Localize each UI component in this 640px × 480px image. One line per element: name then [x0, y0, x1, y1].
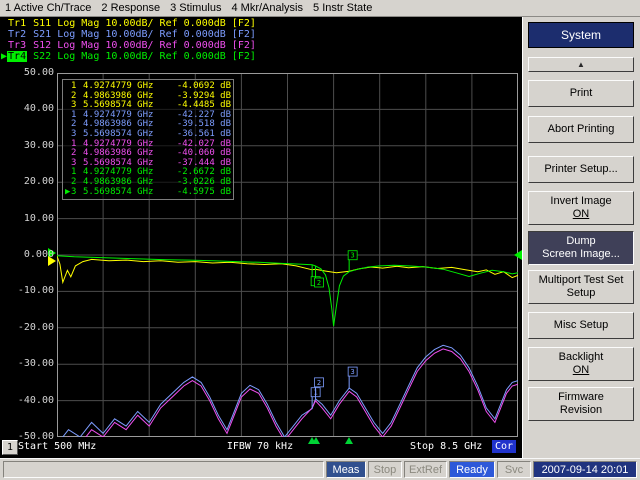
- y-axis-label: 40.00: [16, 103, 54, 115]
- status-svc: Svc: [497, 461, 531, 478]
- dump-screen-image-label-1: Dump: [566, 235, 595, 248]
- status-bar: Meas Stop ExtRef Ready Svc 2007-09-14 20…: [0, 458, 640, 480]
- stop-frequency-label: Stop 8.5 GHz: [410, 440, 482, 454]
- firmware-revision-label-2: Revision: [560, 404, 602, 417]
- y-axis-label: 50.00: [16, 67, 54, 79]
- menu-instr-state[interactable]: 5 Instr State: [313, 2, 372, 14]
- status-ready: Ready: [449, 461, 495, 478]
- trace-definition: ▶Tr4 S22 Log Mag 10.00dB/ Ref 0.000dB [F…: [1, 51, 256, 62]
- trace-definition: Tr2 S21 Log Mag 10.00dB/ Ref 0.000dB [F2…: [1, 29, 256, 40]
- trace-definitions: Tr1 S11 Log Mag 10.00dB/ Ref 0.000dB [F2…: [1, 18, 256, 62]
- y-axis-label: -30.00: [16, 358, 54, 370]
- dump-screen-image-label-2: Screen Image...: [542, 248, 620, 261]
- correction-badge: Cor: [492, 440, 516, 453]
- trace-definition: Tr3 S12 Log Mag 10.00dB/ Ref 0.000dB [F2…: [1, 40, 256, 51]
- status-datetime: 2007-09-14 20:01: [533, 461, 637, 478]
- misc-setup-button[interactable]: Misc Setup: [528, 312, 634, 339]
- print-button-label: Print: [570, 87, 593, 100]
- marker-axis-indicator: [312, 437, 320, 444]
- backlight-state: ON: [573, 364, 590, 377]
- status-meas: Meas: [326, 461, 366, 478]
- status-blank-segment: [3, 461, 324, 478]
- multiport-test-set-label-2: Setup: [567, 287, 596, 300]
- y-axis-label: 30.00: [16, 140, 54, 152]
- invert-image-state: ON: [573, 208, 590, 221]
- scroll-up-button[interactable]: ▲: [528, 57, 634, 72]
- menu-mkr-analysis[interactable]: 4 Mkr/Analysis: [231, 2, 303, 14]
- marker-axis-indicator: [345, 437, 353, 444]
- ref-level-marker-green-right: [514, 250, 522, 260]
- svg-text:2: 2: [317, 279, 321, 287]
- backlight-button-label: Backlight: [559, 351, 604, 364]
- y-axis-label: 10.00: [16, 213, 54, 225]
- misc-setup-button-label: Misc Setup: [554, 319, 608, 332]
- svg-text:3: 3: [351, 368, 355, 376]
- status-stop: Stop: [368, 461, 402, 478]
- softkey-menu: System ▲ Print Abort Printing Printer Se…: [522, 17, 640, 458]
- firmware-revision-button[interactable]: Firmware Revision: [528, 387, 634, 421]
- stimulus-footer: 1 Start 500 MHz IFBW 70 kHz Stop 8.5 GHz…: [0, 440, 522, 456]
- up-arrow-icon: ▲: [577, 58, 585, 71]
- print-button[interactable]: Print: [528, 80, 634, 107]
- trace-definition: Tr1 S11 Log Mag 10.00dB/ Ref 0.000dB [F2…: [1, 18, 256, 29]
- y-axis-label: 0.000: [16, 249, 54, 261]
- dump-screen-image-button[interactable]: Dump Screen Image...: [528, 231, 634, 265]
- menu-bar: 1 Active Ch/Trace 2 Response 3 Stimulus …: [0, 0, 640, 17]
- invert-image-button[interactable]: Invert Image ON: [528, 191, 634, 225]
- menu-stimulus[interactable]: 3 Stimulus: [170, 2, 221, 14]
- marker-table: 14.9274779 GHz-4.0692 dB 24.9863986 GHz-…: [62, 79, 234, 200]
- menu-response[interactable]: 2 Response: [101, 2, 160, 14]
- y-axis-label: 20.00: [16, 176, 54, 188]
- y-axis-label: -20.00: [16, 322, 54, 334]
- y-axis-label: -40.00: [16, 395, 54, 407]
- printer-setup-button-label: Printer Setup...: [544, 163, 617, 176]
- svg-text:3: 3: [351, 252, 355, 260]
- firmware-revision-label-1: Firmware: [558, 391, 604, 404]
- printer-setup-button[interactable]: Printer Setup...: [528, 156, 634, 183]
- abort-printing-button[interactable]: Abort Printing: [528, 116, 634, 143]
- lcd-display: Tr1 S11 Log Mag 10.00dB/ Ref 0.000dB [F2…: [0, 17, 522, 458]
- multiport-test-set-button[interactable]: Multiport Test Set Setup: [528, 270, 634, 304]
- menu-active-ch-trace[interactable]: 1 Active Ch/Trace: [5, 2, 91, 14]
- y-axis-label: -50.00: [16, 431, 54, 443]
- abort-printing-button-label: Abort Printing: [548, 123, 615, 136]
- status-extref: ExtRef: [404, 461, 447, 478]
- backlight-button[interactable]: Backlight ON: [528, 347, 634, 381]
- multiport-test-set-label-1: Multiport Test Set: [539, 274, 624, 287]
- softkey-menu-title: System: [528, 22, 634, 48]
- y-axis-label: -10.00: [16, 285, 54, 297]
- invert-image-button-label: Invert Image: [550, 195, 611, 208]
- svg-text:2: 2: [317, 379, 321, 387]
- marker-table-row: ▶35.5698574 GHz-4.5975 dB: [65, 188, 231, 198]
